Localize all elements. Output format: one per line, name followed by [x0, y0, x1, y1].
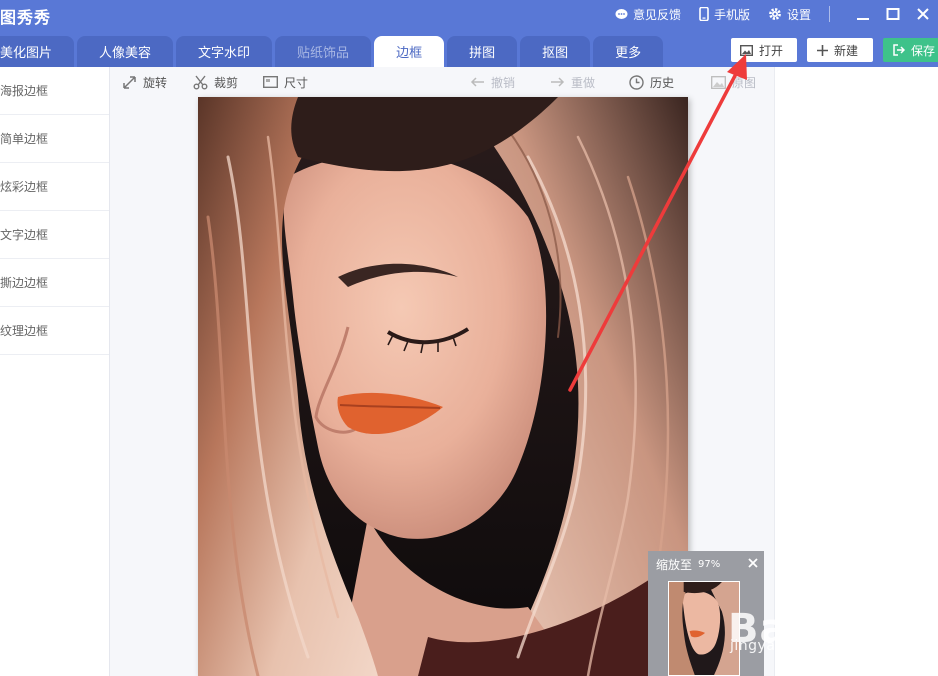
new-label: 新建: [834, 43, 859, 58]
minimize-button[interactable]: [848, 0, 878, 28]
close-icon: [917, 8, 929, 20]
title-separator: [829, 6, 830, 22]
original-label: 原图: [732, 75, 757, 90]
new-button[interactable]: 新建: [807, 38, 873, 62]
arrow-left-icon: [470, 77, 484, 87]
redo-label: 重做: [571, 75, 596, 90]
scissors-icon: [193, 75, 208, 89]
zoom-percent: 97%: [698, 558, 721, 570]
plus-icon: [817, 44, 828, 56]
phone-icon: [699, 7, 709, 21]
sidebar-item-text-frame[interactable]: 文字边框: [0, 211, 109, 259]
sidebar-item-simple-frame[interactable]: 简单边框: [0, 115, 109, 163]
rotate-arrows-icon: [123, 75, 136, 89]
clock-icon: [629, 74, 644, 90]
undo-label: 撤销: [491, 75, 516, 90]
app-title: 图秀秀: [0, 8, 52, 27]
title-bar-controls: 意见反馈 手机版 设置: [615, 0, 938, 28]
open-label: 打开: [759, 43, 784, 58]
history-button[interactable]: 历史: [629, 67, 674, 97]
size-button[interactable]: 尺寸: [263, 67, 308, 97]
sidebar-item-color-frame[interactable]: 炫彩边框: [0, 163, 109, 211]
file-actions: 打开 新建 保存: [731, 38, 938, 62]
settings-label: 设置: [786, 7, 811, 22]
picture-icon: [711, 75, 726, 89]
rotate-label: 旋转: [143, 75, 168, 90]
tab-beautify[interactable]: 美化图片: [0, 36, 75, 67]
original-image-button[interactable]: 原图: [711, 67, 756, 97]
tab-bar: 美化图片 人像美容 文字水印 贴纸饰品 边框 拼图 抠图 更多 打开 新建 保存: [0, 36, 938, 67]
maximize-icon: [886, 8, 900, 20]
feedback-label: 意见反馈: [632, 7, 681, 22]
title-bar: 图秀秀 意见反馈 手机版 设置: [0, 0, 938, 36]
settings-button[interactable]: 设置: [768, 6, 811, 23]
arrow-right-icon: [551, 77, 565, 87]
image-icon: [740, 44, 753, 56]
open-button[interactable]: 打开: [731, 38, 797, 62]
save-button[interactable]: 保存: [883, 38, 938, 62]
feedback-button[interactable]: 意见反馈: [615, 6, 681, 23]
frame-category-sidebar: 海报边框 简单边框 炫彩边框 文字边框 撕边边框 纹理边框: [0, 67, 110, 676]
minimize-icon: [857, 18, 869, 20]
baidu-jingyan-watermark: Bai经验 jingyan.baidu.com: [722, 560, 922, 676]
tab-cutout[interactable]: 抠图: [520, 36, 591, 67]
chat-bubble-icon: [615, 8, 628, 19]
watermark-url: jingyan.baidu.com: [730, 638, 868, 654]
tab-text-watermark[interactable]: 文字水印: [176, 36, 273, 67]
tab-frame[interactable]: 边框: [374, 36, 445, 67]
history-label: 历史: [650, 75, 675, 90]
save-label: 保存: [911, 43, 936, 58]
main-tabs: 美化图片 人像美容 文字水印 贴纸饰品 边框 拼图 抠图 更多: [0, 36, 666, 67]
undo-button[interactable]: 撤销: [470, 67, 515, 97]
edited-photo[interactable]: [198, 97, 688, 676]
size-label: 尺寸: [284, 75, 309, 90]
mobile-version-button[interactable]: 手机版: [699, 6, 750, 23]
resize-frame-icon: [263, 76, 278, 88]
tab-collage[interactable]: 拼图: [447, 36, 518, 67]
portrait-photo-graphic: [198, 97, 688, 676]
close-window-button[interactable]: [908, 0, 938, 28]
sidebar-item-poster-frame[interactable]: 海报边框: [0, 67, 109, 115]
zoom-label: 缩放至: [656, 557, 693, 572]
gear-icon: [769, 8, 781, 20]
crop-button[interactable]: 裁剪: [193, 67, 238, 97]
rotate-button[interactable]: 旋转: [122, 67, 167, 97]
sidebar-item-texture-frame[interactable]: 纹理边框: [0, 307, 109, 355]
tab-stickers[interactable]: 贴纸饰品: [275, 36, 372, 67]
crop-label: 裁剪: [214, 75, 239, 90]
tab-more[interactable]: 更多: [593, 36, 664, 67]
redo-button[interactable]: 重做: [550, 67, 595, 97]
maximize-button[interactable]: [878, 0, 908, 28]
edit-toolbar: 旋转 裁剪 尺寸 撤销 重做 历史 原图: [110, 67, 774, 97]
mobile-label: 手机版: [713, 7, 750, 22]
sidebar-item-torn-frame[interactable]: 撕边边框: [0, 259, 109, 307]
export-icon: [893, 44, 905, 56]
tab-portrait[interactable]: 人像美容: [77, 36, 174, 67]
